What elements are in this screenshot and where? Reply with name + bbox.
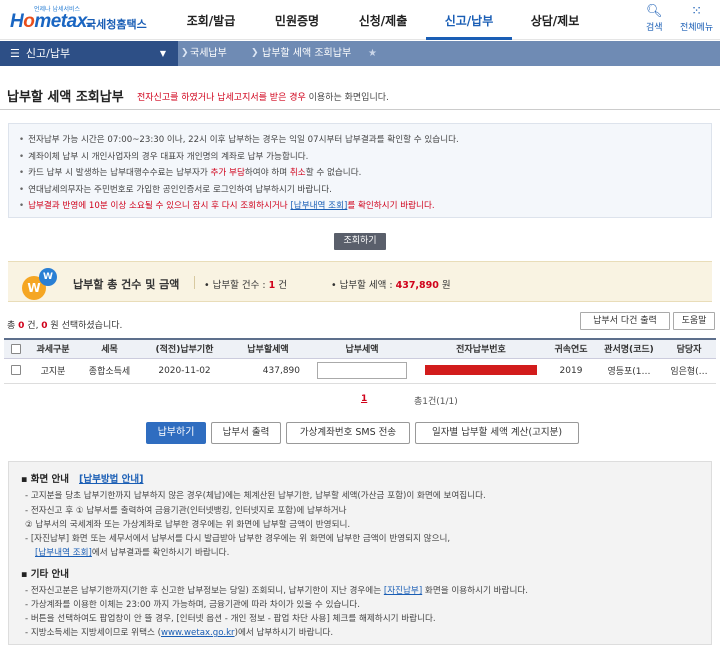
search-submit-button[interactable]: 조회하기 <box>334 233 386 250</box>
redacted-number <box>425 365 537 376</box>
guide-line: - 가상계좌를 이용한 이체는 23:00 까지 가능하며, 금융기관에 따라 … <box>25 600 360 610</box>
column-header: 담당자 <box>662 338 716 359</box>
guide-line: - 전자신고 후 ① 납부서를 출력하여 금융기관(인터넷뱅킹, 인터넷지로 포… <box>25 506 347 516</box>
self-payment-link[interactable]: [자진납부] <box>384 586 422 596</box>
all-menu-button[interactable]: ⁙ 전체메뉴 <box>680 4 713 33</box>
cell-tax-type: 고지분 <box>28 358 78 384</box>
payment-table: 과세구분 세목 (적전)납부기한 납부할세액 납부세액 전자납부번호 귀속연도 … <box>4 338 716 384</box>
guide-line: - 고지분을 당초 납부기한까지 납부하지 않은 경우(체납)에는 체계산된 납… <box>25 491 486 501</box>
hamburger-icon: ☰ <box>10 47 20 60</box>
notice-line: 카드 납부 시 발생하는 납부대행수수료는 납부자가 추가 부담하여야 하며 취… <box>19 165 701 182</box>
cell-deadline: 2020-11-02 <box>141 358 228 384</box>
page-subtitle: 전자신고를 하였거나 납세고지서를 받은 경우 이용하는 화면입니다. <box>137 93 389 103</box>
sms-virtual-account-button[interactable]: 가상계좌번호 SMS 전송 <box>286 422 410 444</box>
breadcrumb-bar: ☰ 신고/납부 ▼ ❯ 국세납부 ❯ 납부할 세액 조회납부 ★ <box>0 41 720 66</box>
payment-history-link[interactable]: [납부내역 조회] <box>35 548 92 558</box>
etc-guide-heading: ▪ 기타 안내 <box>21 569 70 580</box>
breadcrumb-item-current[interactable]: 납부할 세액 조회납부 <box>262 41 351 66</box>
column-header: 납부할세액 <box>228 338 308 359</box>
column-header: (적전)납부기한 <box>141 338 228 359</box>
column-header: 관서명(코드) <box>596 338 662 359</box>
coin-won-icon: WW <box>22 268 62 302</box>
page-count: 총1건(1/1) <box>414 397 458 407</box>
summary-amount: • 납부할 세액 : 437,890 원 <box>331 280 451 291</box>
pay-button[interactable]: 납부하기 <box>146 422 206 444</box>
cell-e-payment-number <box>416 358 546 384</box>
section-dropdown[interactable]: ☰ 신고/납부 ▼ <box>0 41 178 66</box>
column-header: 세목 <box>78 338 141 359</box>
breadcrumb-item-national-tax[interactable]: 국세납부 <box>190 41 227 66</box>
screen-guide-heading: ▪ 화면 안내 [납부방법 안내] <box>21 474 144 485</box>
caret-down-icon: ▼ <box>159 49 166 58</box>
cell-amount-due: 437,890 <box>228 358 308 384</box>
hometax-logo[interactable]: 언제나 납세서비스 Hometax. 국세청홈택스 <box>6 4 156 36</box>
favorite-star-icon[interactable]: ★ <box>368 41 377 66</box>
page-number-current[interactable]: 1 <box>361 394 367 404</box>
notice-line: 연대납세의무자는 주민번호로 가입한 공인인증서로 로그인하여 납부하시기 바랍… <box>19 182 701 199</box>
notice-line: 전자납부 가능 시간은 07:00~23:30 이나, 22시 이후 납부하는 … <box>19 132 701 149</box>
cell-office: 영등포(1… <box>596 358 662 384</box>
gnb-menu-report-payment[interactable]: 신고/납부 <box>426 0 512 40</box>
logo-korean-name: 국세청홈택스 <box>86 18 147 31</box>
guide-line: ② 납부서의 국세계좌 또는 가상계좌로 납부한 경우에는 위 화면에 납부할 … <box>25 520 351 530</box>
table-header-row: 과세구분 세목 (적전)납부기한 납부할세액 납부세액 전자납부번호 귀속연도 … <box>4 338 716 359</box>
notice-box: 전자납부 가능 시간은 07:00~23:30 이나, 22시 이후 납부하는 … <box>8 123 712 218</box>
column-header: 귀속연도 <box>546 338 596 359</box>
grid-icon: ⁙ <box>691 4 703 19</box>
column-header: 전자납부번호 <box>416 338 546 359</box>
summary-label: 납부할 총 건수 및 금액 <box>73 278 180 291</box>
guide-line: - [자진납부] 화면 또는 세무서에서 납부서를 다시 발급받아 납부한 경우… <box>25 534 451 544</box>
gnb-menu-application[interactable]: 신청/제출 <box>340 0 426 40</box>
gnb-menu-inquiry[interactable]: 조회/발급 <box>168 0 254 40</box>
row-checkbox[interactable] <box>4 358 28 384</box>
column-header: 과세구분 <box>28 338 78 359</box>
payment-summary: WW 납부할 총 건수 및 금액 • 납부할 건수 : 1 건 • 납부할 세액… <box>8 261 712 302</box>
column-header: 납부세액 <box>308 338 416 359</box>
help-button[interactable]: 도움말 <box>673 312 715 330</box>
guide-line: [납부내역 조회]에서 납부결과를 확인하시기 바랍니다. <box>35 548 230 558</box>
cell-manager: 임은형(… <box>662 358 716 384</box>
guide-box: ▪ 화면 안내 [납부방법 안내] - 고지분을 당초 납부기한까지 납부하지 않… <box>8 461 712 645</box>
logo-brand: Hometax. <box>10 11 92 32</box>
payment-amount-input[interactable] <box>317 362 407 379</box>
search-button[interactable]: 🔍︎ 검색 <box>646 4 663 33</box>
guide-line: - 전자신고분은 납부기한까지(기한 후 신고한 납부정보는 당일) 조회되니,… <box>25 586 528 596</box>
payment-history-link[interactable]: [납부내역 조회] <box>290 201 347 211</box>
table-row: 고지분 종합소득세 2020-11-02 437,890 2019 영등포(1…… <box>4 358 716 384</box>
breadcrumb-separator-icon: ❯ <box>251 48 259 58</box>
notice-line: 납부결과 반영에 10분 이상 소요될 수 있으니 잠시 후 다시 조회하시거나… <box>19 198 701 215</box>
notice-line: 계좌이체 납부 시 개인사업자의 경우 대표자 개인명의 계좌로 납부 가능합니… <box>19 149 701 166</box>
guide-line: - 지방소득세는 지방세이므로 위택스 (www.wetax.go.kr)에서 … <box>25 628 334 638</box>
gnb-menu-certificate[interactable]: 민원증명 <box>254 0 340 40</box>
print-bill-button[interactable]: 납부서 출력 <box>211 422 281 444</box>
cell-payment-amount <box>308 358 416 384</box>
breadcrumb-separator-icon: ❯ <box>181 48 189 58</box>
gnb-menu-consult[interactable]: 상담/제보 <box>512 0 598 40</box>
page-title: 납부할 세액 조회납부 <box>7 90 124 105</box>
cell-year: 2019 <box>546 358 596 384</box>
guide-line: - 버튼을 선택하여도 팝업창이 안 뜰 경우, [인터넷 옵션 - 개인 정보… <box>25 614 436 624</box>
summary-count: • 납부할 건수 : 1 건 <box>204 280 287 291</box>
wetax-link[interactable]: www.wetax.go.kr <box>161 628 235 638</box>
daily-amount-calc-button[interactable]: 일자별 납부할 세액 계산(고지분) <box>415 422 579 444</box>
multi-print-button[interactable]: 납부서 다건 출력 <box>580 312 670 330</box>
global-nav: 조회/발급 민원증명 신청/제출 신고/납부 상담/제보 <box>168 0 598 40</box>
cell-tax-item: 종합소득세 <box>78 358 141 384</box>
title-divider <box>0 109 720 110</box>
select-all-checkbox[interactable] <box>4 338 28 359</box>
top-header: 언제나 납세서비스 Hometax. 국세청홈택스 조회/발급 민원증명 신청/… <box>0 0 720 40</box>
search-icon: 🔍︎ <box>646 4 663 19</box>
selection-info: 총 0 건, 0 원 선택하셨습니다. <box>7 321 123 331</box>
payment-method-guide-link[interactable]: [납부방법 안내] <box>79 474 143 485</box>
